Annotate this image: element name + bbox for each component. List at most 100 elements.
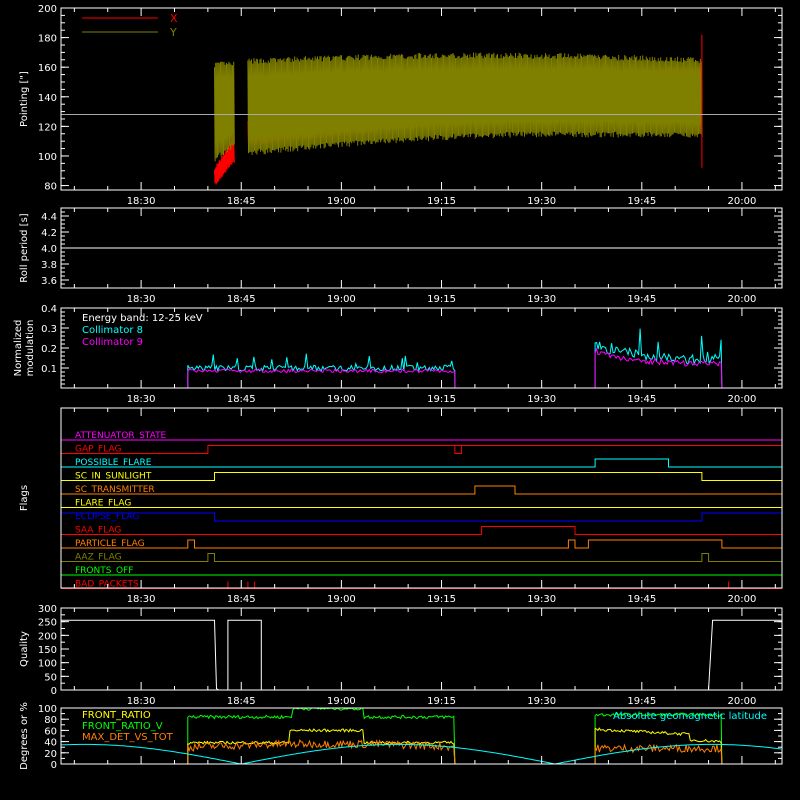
x-tick-label: 19:00 xyxy=(327,294,356,305)
legend-label: Y xyxy=(169,26,177,39)
x-tick-label: 18:45 xyxy=(227,696,256,707)
flag-label: SC_TRANSMITTER xyxy=(75,485,155,495)
series-collimator-9 xyxy=(187,368,456,389)
x-tick-label: 19:15 xyxy=(427,196,456,207)
flag-line-sc_in_sunlight xyxy=(61,472,782,481)
y-axis-label: modulation xyxy=(25,320,36,377)
y-tick-label: 80 xyxy=(44,715,57,726)
series-front-ratio-v xyxy=(187,707,456,765)
y-tick-label: 20 xyxy=(44,749,57,760)
legend-label: X xyxy=(170,12,178,25)
y-tick-label: 0 xyxy=(51,686,57,697)
x-tick-label: 19:15 xyxy=(427,594,456,605)
y-tick-label: 4.0 xyxy=(41,244,57,255)
x-tick-label: 20:00 xyxy=(728,594,757,605)
y-tick-label: 3.6 xyxy=(41,276,57,287)
flag-label: SC_IN_SUNLIGHT xyxy=(75,472,152,482)
x-tick-label: 19:00 xyxy=(327,394,356,405)
x-tick-label: 20:00 xyxy=(728,394,757,405)
y-tick-label: 0.3 xyxy=(41,324,57,335)
y-axis-label: Quality xyxy=(19,631,30,667)
flag-label: ECLIPSE_FLAG xyxy=(75,512,139,522)
x-tick-label: 18:45 xyxy=(227,394,256,405)
legend-label: Absolute geomagnetic latitude xyxy=(613,711,767,722)
y-tick-label: 80 xyxy=(44,182,57,193)
x-tick-label: 19:45 xyxy=(627,594,656,605)
x-tick-label: 20:00 xyxy=(728,696,757,707)
x-tick-label: 19:00 xyxy=(327,196,356,207)
legend-label: FRONT_RATIO xyxy=(82,710,151,721)
flag-line-possible_flare xyxy=(61,458,782,468)
y-tick-label: 60 xyxy=(44,726,57,737)
x-tick-label: 18:30 xyxy=(127,594,156,605)
flag-line-saa_flag xyxy=(61,526,782,535)
y-tick-label: 0.1 xyxy=(41,364,57,375)
flag-label: GAP_FLAG xyxy=(75,445,121,455)
flag-label: POSSIBLE_FLARE xyxy=(75,458,152,468)
y-tick-label: 4.2 xyxy=(41,228,57,239)
flag-line-particle_flag xyxy=(61,539,782,549)
x-tick-label: 18:30 xyxy=(127,196,156,207)
y-tick-label: 0.2 xyxy=(41,344,57,355)
x-tick-label: 19:00 xyxy=(327,594,356,605)
flag-label: PARTICLE_FLAG xyxy=(75,539,145,549)
y-tick-label: 100 xyxy=(38,659,57,670)
y-tick-label: 4.4 xyxy=(41,212,57,223)
x-tick-label: 19:45 xyxy=(627,294,656,305)
y-axis-label: Roll period [s] xyxy=(19,213,30,282)
flag-line-aaz_flag xyxy=(61,553,782,562)
x-tick-label: 18:45 xyxy=(227,196,256,207)
series-collimator-8 xyxy=(594,328,723,389)
y-tick-label: 100 xyxy=(38,152,57,163)
x-tick-label: 19:30 xyxy=(527,594,556,605)
series-y xyxy=(247,52,703,155)
x-tick-label: 18:45 xyxy=(227,294,256,305)
series-collimator-8 xyxy=(187,353,456,389)
x-tick-label: 19:45 xyxy=(627,196,656,207)
x-tick-label: 18:45 xyxy=(227,594,256,605)
x-tick-label: 19:30 xyxy=(527,696,556,707)
y-tick-label: 250 xyxy=(38,618,57,629)
x-tick-label: 19:15 xyxy=(427,394,456,405)
y-tick-label: 3.8 xyxy=(41,260,57,271)
y-tick-label: 180 xyxy=(38,34,57,45)
y-tick-label: 200 xyxy=(38,631,57,642)
flag-line-eclipse_flag xyxy=(60,512,783,522)
y-axis-label: Degrees or % xyxy=(19,702,30,770)
legend-label: Collimator 8 xyxy=(82,325,143,336)
y-tick-label: 160 xyxy=(38,63,57,74)
y-tick-label: 140 xyxy=(38,93,57,104)
flag-label: FRONTS_OFF xyxy=(75,566,133,576)
flag-label: ATTENUATOR_STATE xyxy=(75,431,167,441)
y-tick-label: 100 xyxy=(38,704,57,715)
x-tick-label: 18:30 xyxy=(127,294,156,305)
y-tick-label: 50 xyxy=(44,672,57,683)
flag-label: AAZ_FLAG xyxy=(75,553,122,563)
y-axis-label: Flags xyxy=(19,485,30,511)
x-tick-label: 19:30 xyxy=(527,394,556,405)
flag-label: FLARE_FLAG xyxy=(75,499,131,509)
y-axis-label: Normalized xyxy=(13,320,24,377)
quicklook-chart: 80100120140160180200XYPointing ["]18:30 1… xyxy=(13,4,783,771)
flag-label: SAA_FLAG xyxy=(75,526,121,536)
x-tick-label: 19:45 xyxy=(627,394,656,405)
x-tick-label: 18:30 xyxy=(127,696,156,707)
flag-line-sc_transmitter xyxy=(61,485,782,495)
y-axis-label: Pointing ["] xyxy=(19,71,30,127)
legend-label: MAX_DET_VS_TOT xyxy=(82,732,174,743)
x-tick-label: 19:30 xyxy=(527,294,556,305)
x-tick-label: 19:15 xyxy=(427,294,456,305)
y-tick-label: 0.4 xyxy=(41,304,57,315)
x-tick-label: 20:00 xyxy=(728,294,757,305)
x-tick-label: 19:30 xyxy=(527,196,556,207)
y-tick-label: 300 xyxy=(38,604,57,615)
x-tick-label: 20:00 xyxy=(728,196,757,207)
legend-label: FRONT_RATIO_V xyxy=(82,721,163,732)
quality-line xyxy=(61,619,782,691)
x-tick-label: 19:45 xyxy=(627,696,656,707)
y-tick-label: 200 xyxy=(38,4,57,15)
energy-band-label: Energy band: 12-25 keV xyxy=(82,313,203,324)
x-tick-label: 18:30 xyxy=(127,394,156,405)
y-tick-label: 0 xyxy=(51,760,57,771)
series-front-ratio xyxy=(594,727,723,765)
